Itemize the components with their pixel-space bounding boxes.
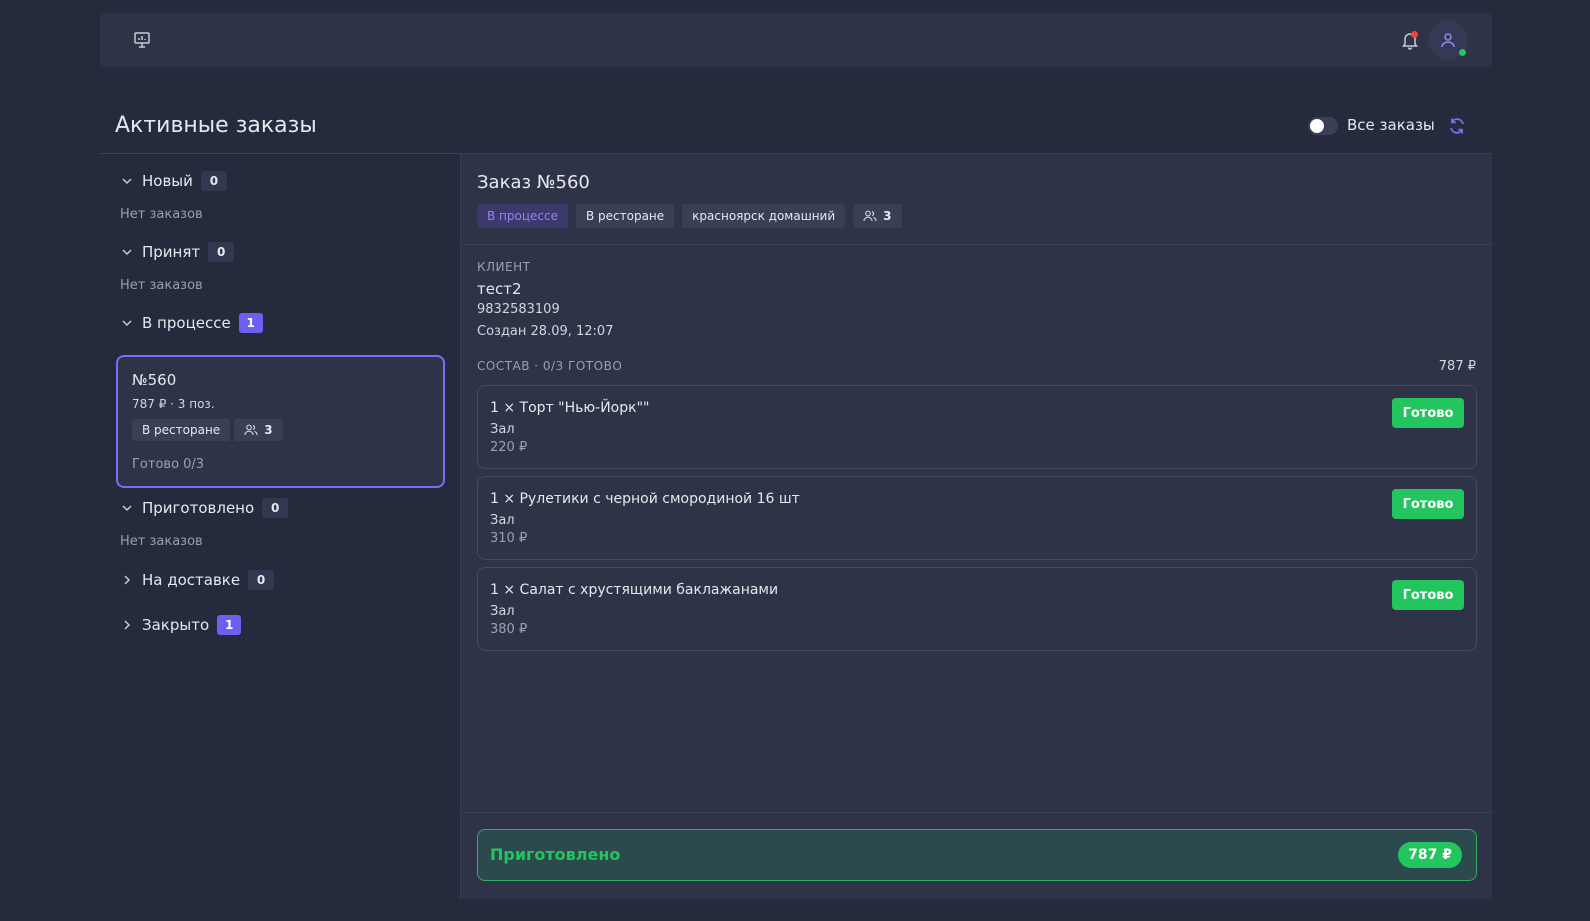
group-cooked[interactable]: Приготовлено 0 bbox=[120, 498, 289, 518]
order-tags: В ресторане 3 bbox=[132, 419, 283, 441]
status-tag: В процессе bbox=[477, 204, 568, 228]
order-meta: 787 ₽ · 3 поз. bbox=[132, 397, 215, 411]
guests-tag: 3 bbox=[853, 204, 902, 228]
chevron-right-icon bbox=[124, 620, 131, 630]
online-status-dot bbox=[1459, 49, 1466, 56]
item-name: 1 × Салат с хрустящими баклажанами bbox=[490, 582, 779, 598]
composition-label: СОСТАВ · 0/3 ГОТОВО bbox=[477, 359, 623, 373]
chevron-down-icon bbox=[122, 320, 132, 327]
page-title: Активные заказы bbox=[115, 113, 317, 138]
all-orders-label: Все заказы bbox=[1347, 116, 1435, 134]
empty-text: Нет заказов bbox=[120, 278, 203, 293]
composition-total: 787 ₽ bbox=[1438, 359, 1476, 374]
chevron-down-icon bbox=[122, 249, 132, 256]
order-card-560[interactable]: №560 787 ₽ · 3 поз. В ресторане 3 Готово… bbox=[116, 355, 445, 488]
group-count: 0 bbox=[208, 242, 235, 262]
user-icon bbox=[1441, 33, 1455, 48]
advance-status-button[interactable]: Приготовлено 787 ₽ bbox=[477, 829, 1477, 881]
group-count: 0 bbox=[262, 498, 289, 518]
group-label: Новый bbox=[142, 172, 193, 190]
location-tag: красноярск домашний bbox=[682, 204, 846, 228]
item-place: Зал bbox=[490, 513, 515, 528]
item-price: 380 ₽ bbox=[490, 622, 528, 637]
group-label: В процессе bbox=[142, 314, 231, 332]
order-type-tag: В ресторане bbox=[575, 204, 675, 228]
client-phone: 9832583109 bbox=[477, 302, 560, 317]
empty-text: Нет заказов bbox=[120, 534, 203, 549]
item-ready-button[interactable]: Готово bbox=[1392, 580, 1464, 610]
next-status-label: Приготовлено bbox=[490, 845, 621, 864]
notification-dot bbox=[1411, 31, 1418, 38]
order-total-badge: 787 ₽ bbox=[1398, 842, 1462, 868]
group-label: На доставке bbox=[142, 571, 241, 589]
order-created: Создан 28.09, 12:07 bbox=[477, 324, 614, 339]
client-name: тест2 bbox=[477, 280, 522, 298]
toggle-knob bbox=[1310, 119, 1324, 133]
order-item: 1 × Торт "Нью-Йорк"" Зал 220 ₽ Готово bbox=[477, 385, 1477, 469]
users-icon bbox=[863, 210, 877, 222]
group-closed[interactable]: Закрыто 1 bbox=[120, 615, 242, 635]
group-label: Закрыто bbox=[142, 616, 210, 634]
group-count: 0 bbox=[248, 570, 275, 590]
guests-count: 3 bbox=[264, 423, 273, 437]
guests-tag: 3 bbox=[234, 419, 283, 441]
group-new[interactable]: Новый 0 bbox=[120, 171, 227, 191]
group-delivery[interactable]: На доставке 0 bbox=[120, 570, 275, 590]
top-bar bbox=[100, 13, 1492, 67]
item-place: Зал bbox=[490, 604, 515, 619]
group-label: Приготовлено bbox=[142, 499, 255, 517]
client-label: КЛИЕНТ bbox=[477, 260, 531, 274]
item-ready-button[interactable]: Готово bbox=[1392, 398, 1464, 428]
group-count: 1 bbox=[238, 313, 263, 333]
order-ready-status: Готово 0/3 bbox=[132, 457, 205, 472]
order-item: 1 × Салат с хрустящими баклажанами Зал 3… bbox=[477, 567, 1477, 651]
order-item: 1 × Рулетики с черной смородиной 16 шт З… bbox=[477, 476, 1477, 560]
order-number: №560 bbox=[132, 371, 177, 389]
item-name: 1 × Торт "Нью-Йорк"" bbox=[490, 400, 650, 416]
orders-panel: Новый 0 Нет заказов Принят 0 Нет заказов… bbox=[100, 153, 1493, 899]
group-accepted[interactable]: Принят 0 bbox=[120, 242, 235, 262]
item-price: 220 ₽ bbox=[490, 440, 528, 455]
item-price: 310 ₽ bbox=[490, 531, 528, 546]
chevron-down-icon bbox=[122, 505, 132, 512]
group-in-progress[interactable]: В процессе 1 bbox=[120, 313, 263, 333]
item-name: 1 × Рулетики с черной смородиной 16 шт bbox=[490, 491, 800, 507]
group-count: 1 bbox=[217, 615, 242, 635]
guests-count: 3 bbox=[883, 209, 892, 223]
group-count: 0 bbox=[200, 171, 227, 191]
item-ready-button[interactable]: Готово bbox=[1392, 489, 1464, 519]
group-label: Принят bbox=[142, 243, 201, 261]
refresh-icon[interactable] bbox=[1447, 116, 1467, 136]
monitor-icon[interactable] bbox=[132, 30, 152, 50]
order-title: Заказ №560 bbox=[477, 172, 590, 193]
order-detail-tags: В процессе В ресторане красноярск домашн… bbox=[477, 204, 902, 228]
users-icon bbox=[244, 424, 258, 436]
order-footer: Приготовлено 787 ₽ bbox=[461, 812, 1493, 899]
empty-text: Нет заказов bbox=[120, 207, 203, 222]
order-type-tag: В ресторане bbox=[132, 419, 231, 441]
order-detail: Заказ №560 В процессе В ресторане красно… bbox=[460, 154, 1493, 899]
chevron-right-icon bbox=[124, 575, 131, 585]
item-place: Зал bbox=[490, 422, 515, 437]
order-detail-header: Заказ №560 В процессе В ресторане красно… bbox=[461, 154, 1493, 245]
order-groups-column: Новый 0 Нет заказов Принят 0 Нет заказов… bbox=[100, 154, 460, 899]
chevron-down-icon bbox=[122, 178, 132, 185]
all-orders-toggle[interactable] bbox=[1308, 117, 1338, 135]
